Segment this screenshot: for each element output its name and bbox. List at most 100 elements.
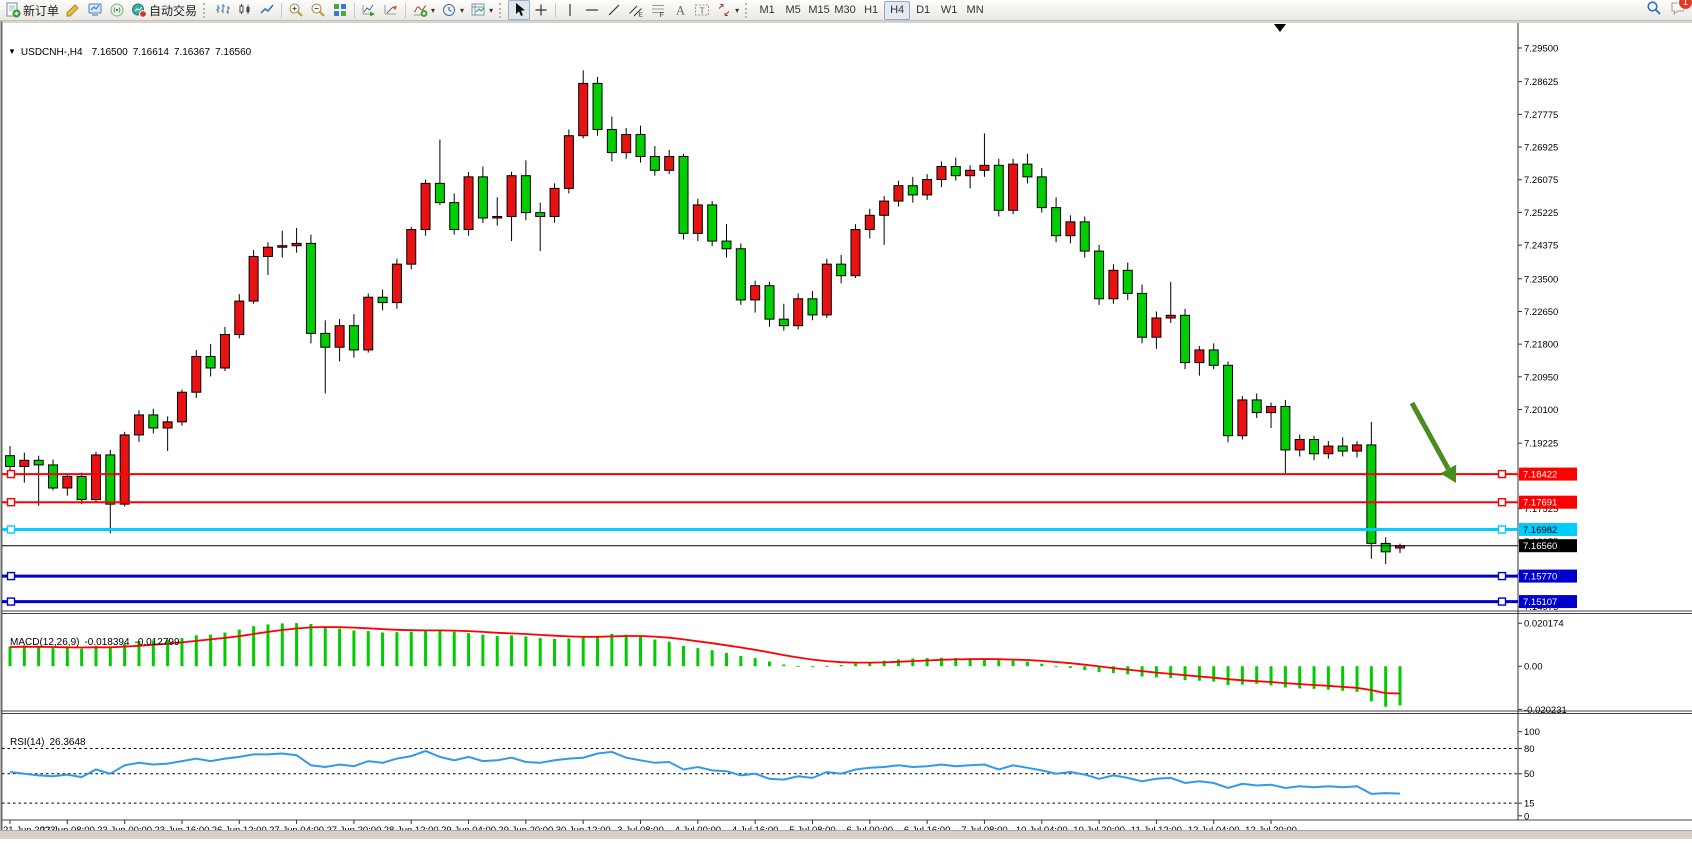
timeframe-h1-button[interactable]: H1 <box>858 1 884 20</box>
zoom-in-button[interactable] <box>285 0 307 20</box>
macd-histogram-bar <box>668 642 671 667</box>
tile-windows-button[interactable] <box>329 0 351 20</box>
fibonacci-button[interactable]: F <box>647 0 669 20</box>
macd-histogram-bar <box>911 659 914 667</box>
line-handle[interactable] <box>1499 499 1506 506</box>
line-handle[interactable] <box>8 526 15 533</box>
candle-body <box>1037 177 1046 208</box>
dropdown-caret-icon[interactable]: ▾ <box>431 6 435 15</box>
text-button[interactable]: A <box>669 0 691 20</box>
price-tick-label: 7.27775 <box>1524 110 1558 121</box>
candle-body <box>1152 318 1161 337</box>
toolbar-drag-handle[interactable] <box>745 3 750 18</box>
periods-button[interactable]: ▾ <box>438 0 467 20</box>
macd-histogram-bar <box>653 640 656 667</box>
timeframe-h4-button[interactable]: H4 <box>884 1 910 20</box>
equidistant-channel-button[interactable]: E <box>625 0 647 20</box>
text-label-button[interactable]: T <box>691 0 713 20</box>
line-price-flag-label: 7.18422 <box>1523 470 1557 481</box>
candle-body <box>1123 270 1132 293</box>
macd-histogram-bar <box>80 649 83 666</box>
line-handle[interactable] <box>8 471 15 478</box>
macd-histogram-bar <box>295 623 298 666</box>
macd-histogram-bar <box>1055 666 1058 667</box>
dropdown-caret-icon[interactable]: ▾ <box>735 6 739 15</box>
metaeditor-button[interactable] <box>62 0 84 20</box>
auto-scroll-button[interactable] <box>358 0 380 20</box>
search-button[interactable] <box>1646 0 1662 21</box>
arrows-button[interactable]: ▾ <box>713 0 742 20</box>
macd-histogram-bar <box>252 626 255 666</box>
trendline-button[interactable] <box>603 0 625 20</box>
chart-window[interactable]: 7.295007.286257.277757.269257.260757.252… <box>0 21 1692 839</box>
macd-histogram-bar <box>1026 662 1029 667</box>
candle-body <box>822 264 831 315</box>
line-chart-button[interactable] <box>256 0 278 20</box>
price-tick-label: 7.22650 <box>1524 307 1558 318</box>
line-handle[interactable] <box>8 499 15 506</box>
line-handle[interactable] <box>1499 471 1506 478</box>
candle-body <box>923 180 932 195</box>
macd-histogram-bar <box>682 646 685 666</box>
macd-histogram-bar <box>711 650 714 666</box>
candle-body <box>908 186 917 195</box>
templates-button[interactable]: ▾ <box>467 0 496 20</box>
timeframe-m1-button[interactable]: M1 <box>754 1 780 20</box>
toolbar-drag-handle[interactable] <box>499 3 504 18</box>
timeframe-m30-button[interactable]: M30 <box>832 1 858 20</box>
timeframe-mn-button[interactable]: MN <box>962 1 988 20</box>
candle-body <box>177 392 186 422</box>
cursor-button[interactable] <box>508 0 530 20</box>
macd-histogram-bar <box>309 624 312 666</box>
candle-body <box>779 319 788 326</box>
macd-histogram-bar <box>23 645 26 666</box>
candle-body <box>1009 164 1018 210</box>
candle-body <box>1224 365 1233 435</box>
macd-tick-label: -0.020231 <box>1524 705 1567 716</box>
macd-histogram-bar <box>395 632 398 666</box>
market-watch-button[interactable] <box>84 0 106 20</box>
crosshair-button[interactable] <box>530 0 552 20</box>
rsi-tick-label: 0 <box>1524 811 1529 822</box>
line-handle[interactable] <box>1499 598 1506 605</box>
line-handle[interactable] <box>1499 573 1506 580</box>
dropdown-caret-icon[interactable]: ▾ <box>489 6 493 15</box>
new-order-button[interactable]: 新订单 <box>2 0 62 20</box>
timeframe-w1-button[interactable]: W1 <box>936 1 962 20</box>
svg-text:E: E <box>639 12 644 19</box>
candle-body <box>794 299 803 326</box>
svg-text:T: T <box>700 6 705 16</box>
new-order-button-label: 新订单 <box>23 2 59 19</box>
candle-body <box>722 241 731 249</box>
macd-histogram-bar <box>266 624 269 666</box>
chart-shift-button[interactable] <box>380 0 402 20</box>
candlestick-chart-button[interactable] <box>234 0 256 20</box>
bar-chart-button[interactable] <box>212 0 234 20</box>
current-price-flag-label: 7.16560 <box>1523 541 1557 552</box>
chat-button[interactable]: 1 <box>1670 0 1686 21</box>
timeframe-m5-button[interactable]: M5 <box>780 1 806 20</box>
macd-histogram-bar <box>1212 666 1215 681</box>
candle-body <box>1138 293 1147 337</box>
auto-trading-button[interactable]: 自动交易 <box>128 0 200 20</box>
vertical-line-button[interactable] <box>559 0 581 20</box>
line-handle[interactable] <box>8 573 15 580</box>
toolbar-drag-handle[interactable] <box>203 3 208 18</box>
macd-histogram-bar <box>324 627 327 666</box>
line-price-flag-label: 7.15770 <box>1523 572 1557 583</box>
dropdown-caret-icon[interactable]: ▾ <box>460 6 464 15</box>
line-handle[interactable] <box>8 598 15 605</box>
indicators-button[interactable]: ▾ <box>409 0 438 20</box>
price-tick-label: 7.20100 <box>1524 405 1558 416</box>
price-chart[interactable]: 7.295007.286257.277757.269257.260757.252… <box>0 21 1692 839</box>
timeframe-d1-button[interactable]: D1 <box>910 1 936 20</box>
signals-button[interactable] <box>106 0 128 20</box>
horizontal-line-button[interactable] <box>581 0 603 20</box>
zoom-out-button[interactable] <box>307 0 329 20</box>
line-handle[interactable] <box>1499 526 1506 533</box>
toolbar: 新订单 自动交易 ▾ ▾ ▾ EFAT ▾ M1M5M15M30H1H4D1W1MN 1 <box>0 0 1692 21</box>
auto-trading-button-label: 自动交易 <box>149 2 197 19</box>
macd-histogram-bar <box>453 632 456 667</box>
timeframe-m15-button[interactable]: M15 <box>806 1 832 20</box>
candle-body <box>48 465 57 488</box>
